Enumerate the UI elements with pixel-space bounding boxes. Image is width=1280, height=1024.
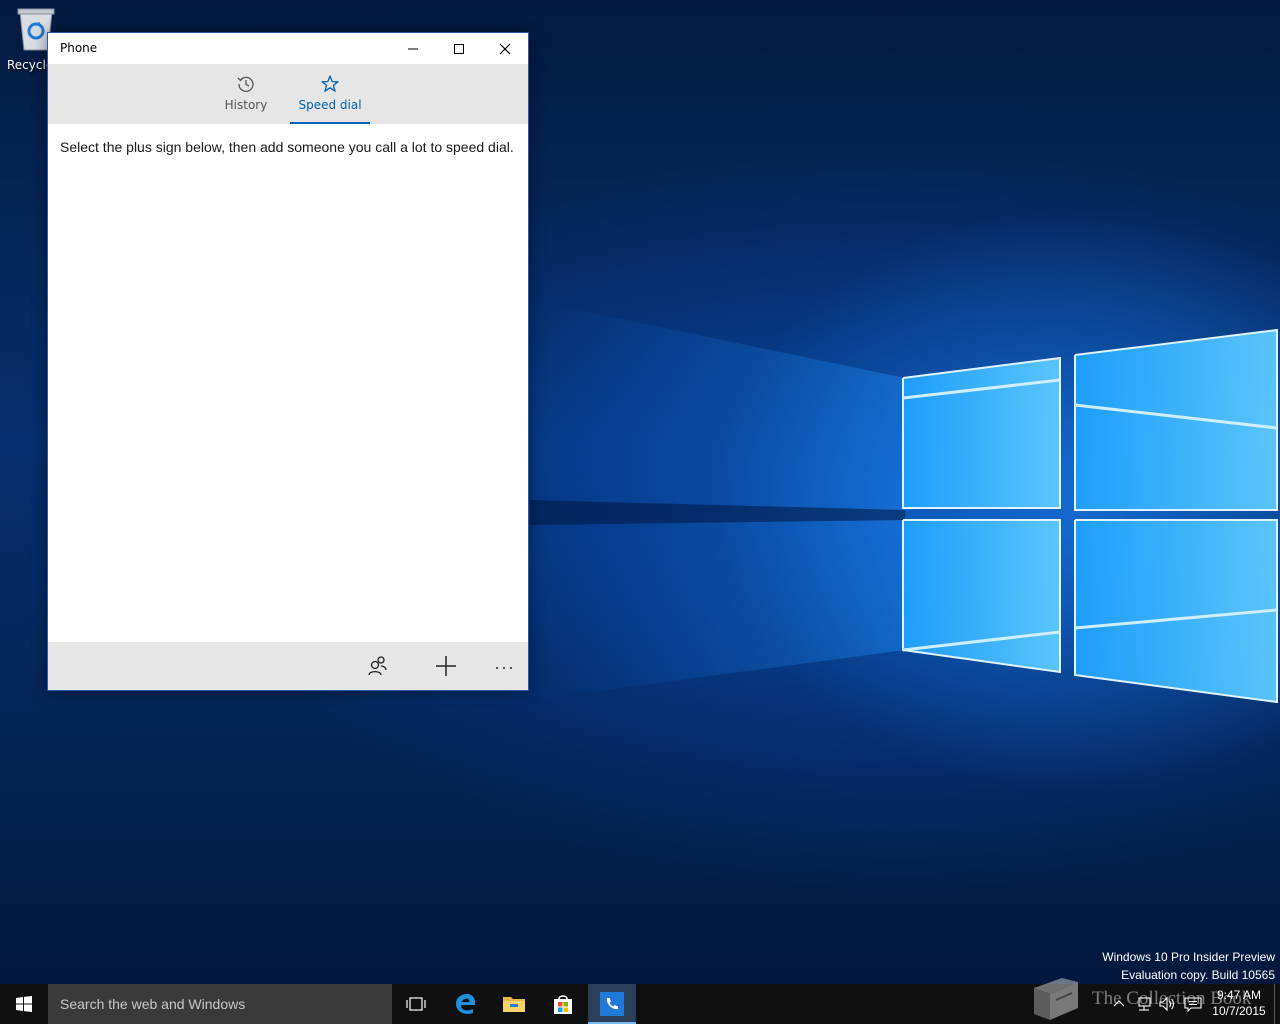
- collection-book-watermark: The Collection Book: [1092, 988, 1252, 1009]
- maximize-button[interactable]: [436, 33, 482, 64]
- tab-history[interactable]: History: [206, 64, 286, 124]
- edge-taskbar-button[interactable]: [442, 984, 490, 1024]
- task-view-button[interactable]: [392, 984, 440, 1024]
- speed-dial-panel: Select the plus sign below, then add som…: [48, 124, 528, 642]
- search-box[interactable]: Search the web and Windows: [48, 984, 392, 1024]
- tab-bar: History Speed dial: [48, 64, 528, 124]
- command-bar: [48, 642, 528, 690]
- window-title: Phone: [60, 41, 98, 55]
- book-watermark-icon: [1034, 978, 1078, 1020]
- watermark-edition: Windows 10 Pro Insider Preview: [1102, 950, 1275, 964]
- evaluation-watermark: Windows 10 Pro Insider Preview Evaluatio…: [1102, 948, 1275, 984]
- empty-state-message: Select the plus sign below, then add som…: [60, 139, 514, 155]
- store-icon: [554, 995, 572, 1014]
- edge-icon: [456, 994, 476, 1014]
- contacts-button[interactable]: [358, 650, 398, 682]
- plus-icon: [436, 656, 456, 676]
- more-icon: [496, 667, 512, 669]
- tab-speed-dial[interactable]: Speed dial: [290, 64, 370, 124]
- phone-taskbar-button[interactable]: [588, 984, 636, 1024]
- close-button[interactable]: [482, 33, 528, 64]
- minimize-button[interactable]: [390, 33, 436, 64]
- windows-start-icon: [16, 996, 32, 1012]
- tab-speed-dial-label: Speed dial: [298, 98, 362, 112]
- watermark-build: Evaluation copy. Build 10565: [1121, 968, 1275, 982]
- maximize-icon: [454, 44, 464, 54]
- more-options-button[interactable]: [484, 650, 524, 682]
- file-explorer-button[interactable]: [490, 984, 538, 1024]
- contacts-icon: [368, 656, 387, 676]
- close-icon: [499, 43, 511, 55]
- store-button[interactable]: [539, 984, 587, 1024]
- minimize-icon: [408, 48, 418, 50]
- search-placeholder: Search the web and Windows: [60, 996, 246, 1012]
- tab-history-label: History: [224, 98, 268, 112]
- task-view-icon: [406, 997, 426, 1011]
- history-icon: [237, 76, 254, 92]
- add-speed-dial-button[interactable]: [426, 650, 466, 682]
- star-icon: [321, 75, 339, 92]
- file-explorer-icon: [503, 997, 525, 1012]
- show-desktop-button[interactable]: [1274, 984, 1275, 1024]
- phone-app-window: Phone History Speed dial Select the plus…: [47, 32, 529, 691]
- taskbar: Search the web and Windows 9:47 AM 10/7/…: [0, 984, 1280, 1024]
- phone-icon: [600, 992, 624, 1016]
- start-button[interactable]: [0, 984, 48, 1024]
- window-titlebar[interactable]: Phone: [48, 33, 528, 64]
